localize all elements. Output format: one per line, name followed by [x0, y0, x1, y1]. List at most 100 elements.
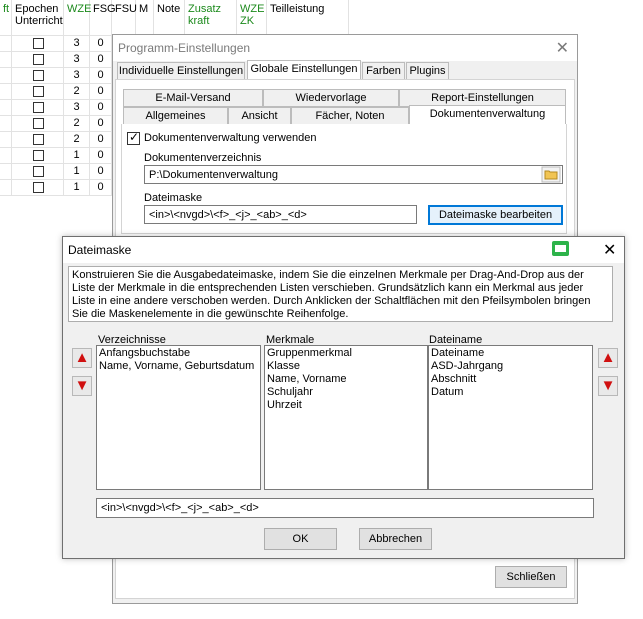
wze-cell[interactable]: 3 — [64, 100, 90, 116]
epochen-unterricht-cell[interactable] — [12, 132, 64, 148]
tab-allgemeines[interactable]: Allgemeines — [123, 107, 228, 125]
filename-list-item[interactable]: Dateiname — [431, 347, 590, 360]
epochen-unterricht-checkbox[interactable] — [33, 86, 44, 97]
fsg-cell[interactable]: 0 — [90, 180, 112, 196]
grid-header-cell[interactable]: Note — [154, 0, 185, 36]
close-icon[interactable]: ✕ — [556, 38, 569, 58]
grid-cell[interactable] — [0, 164, 12, 180]
directory-list-item[interactable]: Name, Vorname, Geburtsdatum — [99, 360, 258, 373]
feature-list-item[interactable]: Gruppenmerkmal — [267, 347, 425, 360]
browse-folder-button[interactable] — [541, 166, 561, 183]
tab-ansicht[interactable]: Ansicht — [228, 107, 291, 125]
directories-list[interactable]: Anfangsbuchstabe Name, Vorname, Geburtsda… — [96, 345, 261, 490]
mask-preview-input[interactable]: <in>\<nvgd>\<f>_<j>_<ab>_<d> — [96, 498, 594, 518]
epochen-unterricht-checkbox[interactable] — [33, 182, 44, 193]
epochen-unterricht-cell[interactable] — [12, 68, 64, 84]
grid-cell[interactable] — [0, 100, 12, 116]
grid-cell[interactable] — [0, 148, 12, 164]
epochen-unterricht-checkbox[interactable] — [33, 150, 44, 161]
program-settings-titlebar: Programm-Einstellungen ✕ — [113, 35, 577, 61]
wze-cell[interactable]: 1 — [64, 148, 90, 164]
cancel-button[interactable]: Abbrechen — [359, 528, 432, 550]
close-button[interactable]: Schließen — [495, 566, 567, 588]
wze-cell[interactable]: 3 — [64, 36, 90, 52]
fsg-cell[interactable]: 0 — [90, 100, 112, 116]
tab-email[interactable]: E-Mail-Versand — [123, 89, 263, 107]
grid-header-cell[interactable]: FSG — [90, 0, 116, 36]
close-icon[interactable]: ✕ — [603, 240, 616, 260]
filename-move-down-button[interactable]: ▼ — [598, 376, 618, 396]
directories-move-down-button[interactable]: ▼ — [72, 376, 92, 396]
grid-cell[interactable] — [0, 132, 12, 148]
epochen-unterricht-cell[interactable] — [12, 116, 64, 132]
fsg-cell[interactable]: 0 — [90, 68, 112, 84]
fsg-cell[interactable]: 0 — [90, 164, 112, 180]
document-directory-input[interactable]: P:\Dokumentenverwaltung — [144, 165, 563, 184]
tab-plugins[interactable]: Plugins — [406, 62, 449, 80]
feature-list-item[interactable]: Schuljahr — [267, 386, 425, 399]
filename-list[interactable]: Dateiname ASD-Jahrgang Abschnitt Datum — [428, 345, 593, 490]
tab-document-management[interactable]: Dokumentenverwaltung — [409, 105, 566, 125]
tab-subjects-grades[interactable]: Fächer, Noten — [291, 107, 409, 125]
feature-list-item[interactable]: Uhrzeit — [267, 399, 425, 412]
epochen-unterricht-checkbox[interactable] — [33, 134, 44, 145]
epochen-unterricht-cell[interactable] — [12, 36, 64, 52]
grid-cell[interactable] — [0, 52, 12, 68]
filename-list-item[interactable]: Datum — [431, 386, 590, 399]
grid-cell[interactable] — [0, 116, 12, 132]
fsg-cell[interactable]: 0 — [90, 116, 112, 132]
grid-header-cell[interactable]: WZE ZK — [237, 0, 267, 36]
filename-move-up-button[interactable]: ▲ — [598, 348, 618, 368]
edit-file-mask-button[interactable]: Dateimaske bearbeiten — [428, 205, 563, 225]
tab-wiedervorlage[interactable]: Wiedervorlage — [263, 89, 399, 107]
feature-list-item[interactable]: Klasse — [267, 360, 425, 373]
tab-individual-settings[interactable]: Individuelle Einstellungen — [117, 62, 245, 80]
epochen-unterricht-cell[interactable] — [12, 148, 64, 164]
features-list[interactable]: Gruppenmerkmal Klasse Name, Vorname Schulja… — [264, 345, 428, 490]
directory-list-item[interactable]: Anfangsbuchstabe — [99, 347, 258, 360]
directories-move-up-button[interactable]: ▲ — [72, 348, 92, 368]
epochen-unterricht-checkbox[interactable] — [33, 166, 44, 177]
grid-header-cell[interactable]: WZE — [64, 0, 91, 36]
fsg-cell[interactable]: 0 — [90, 36, 112, 52]
epochen-unterricht-checkbox[interactable] — [33, 102, 44, 113]
tab-global-settings[interactable]: Globale Einstellungen — [247, 60, 361, 80]
grid-header-cell[interactable]: M — [136, 0, 154, 36]
fsg-cell[interactable]: 0 — [90, 148, 112, 164]
epochen-unterricht-cell[interactable] — [12, 180, 64, 196]
use-document-management-checkbox[interactable]: ✓ — [127, 130, 140, 145]
filename-list-item[interactable]: ASD-Jahrgang — [431, 360, 590, 373]
epochen-unterricht-cell[interactable] — [12, 52, 64, 68]
file-mask-input[interactable]: <in>\<nvgd>\<f>_<j>_<ab>_<d> — [144, 205, 417, 224]
epochen-unterricht-checkbox[interactable] — [33, 70, 44, 81]
grid-header-cell[interactable]: ft — [0, 0, 12, 36]
grid-cell[interactable] — [0, 36, 12, 52]
wze-cell[interactable]: 3 — [64, 52, 90, 68]
feature-list-item[interactable]: Name, Vorname — [267, 373, 425, 386]
epochen-unterricht-checkbox[interactable] — [33, 118, 44, 129]
grid-cell[interactable] — [0, 180, 12, 196]
wze-cell[interactable]: 3 — [64, 68, 90, 84]
tab-colors[interactable]: Farben — [362, 62, 405, 80]
epochen-unterricht-cell[interactable] — [12, 84, 64, 100]
grid-header-cell[interactable]: Epochen Unterricht — [12, 0, 64, 36]
epochen-unterricht-cell[interactable] — [12, 164, 64, 180]
grid-cell[interactable] — [0, 84, 12, 100]
wze-cell[interactable]: 2 — [64, 84, 90, 100]
epochen-unterricht-cell[interactable] — [12, 100, 64, 116]
filename-list-item[interactable]: Abschnitt — [431, 373, 590, 386]
wze-cell[interactable]: 2 — [64, 132, 90, 148]
grid-header-cell[interactable]: FSU — [112, 0, 137, 36]
epochen-unterricht-checkbox[interactable] — [33, 54, 44, 65]
fsg-cell[interactable]: 0 — [90, 52, 112, 68]
fsg-cell[interactable]: 0 — [90, 84, 112, 100]
grid-cell[interactable] — [0, 68, 12, 84]
fsg-cell[interactable]: 0 — [90, 132, 112, 148]
epochen-unterricht-checkbox[interactable] — [33, 38, 44, 49]
wze-cell[interactable]: 1 — [64, 164, 90, 180]
grid-header-cell[interactable]: Zusatz kraft — [185, 0, 237, 36]
ok-button[interactable]: OK — [264, 528, 337, 550]
grid-header-cell[interactable]: Teilleistung — [267, 0, 349, 36]
wze-cell[interactable]: 1 — [64, 180, 90, 196]
wze-cell[interactable]: 2 — [64, 116, 90, 132]
